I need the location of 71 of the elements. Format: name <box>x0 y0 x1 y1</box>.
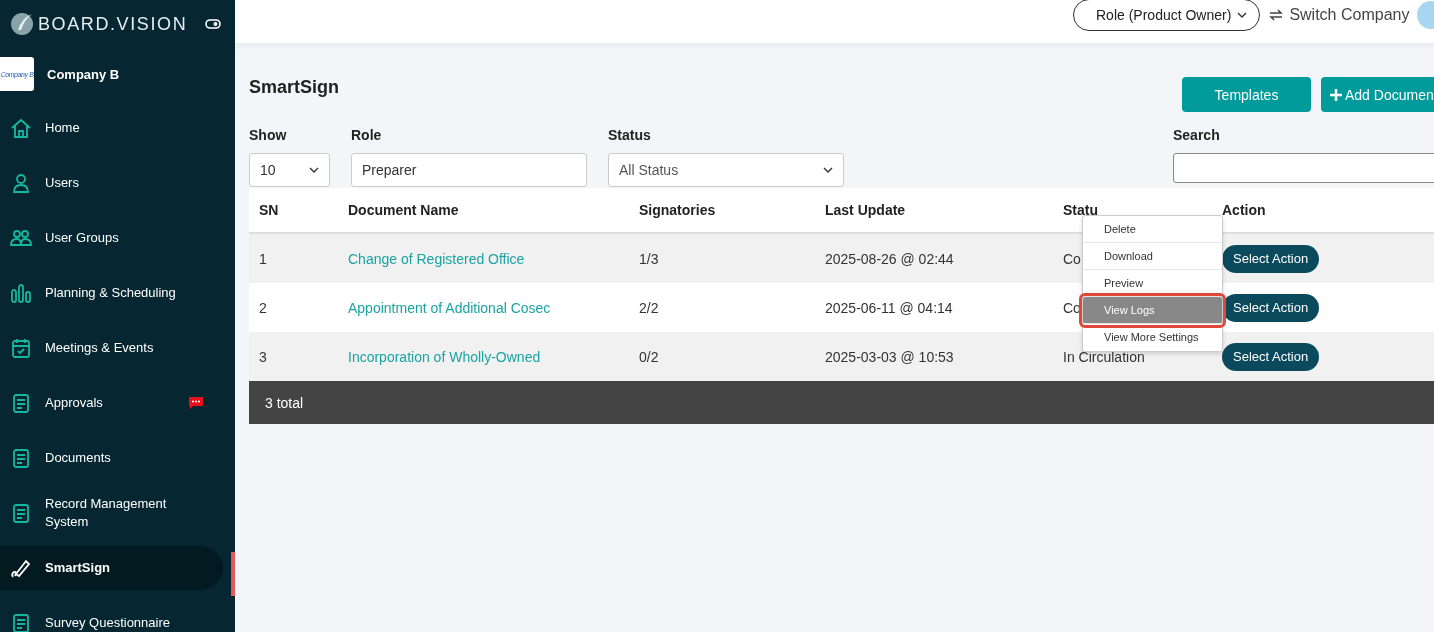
document-icon <box>10 501 32 524</box>
filter-label: Search <box>1173 127 1221 143</box>
total-count: 3 total <box>265 394 304 411</box>
table-cell: 1 <box>259 250 267 267</box>
chevron-icon <box>823 167 833 173</box>
sidebar-label: SmartSign <box>45 559 111 577</box>
filter-label: Status <box>608 127 652 143</box>
role-field[interactable]: Preparer <box>351 153 587 187</box>
user-icon <box>10 171 32 194</box>
sidebar-item[interactable]: Users <box>0 155 235 210</box>
table-cell: 3 <box>259 348 267 365</box>
sidebar-item[interactable]: SmartSign <box>0 546 223 590</box>
chevron-icon <box>1237 12 1248 18</box>
menu-item[interactable]: View More Settings <box>1083 324 1222 351</box>
scrollbar-thumb[interactable] <box>231 552 235 596</box>
sidebar-item[interactable]: Documents <box>0 430 235 485</box>
sidebar-label: Documents <box>45 448 112 467</box>
table-cell: 2/2 <box>639 299 659 316</box>
sidebar-label: Meetings & Events <box>45 338 155 357</box>
company-name: Company B <box>47 66 120 82</box>
column-header: Action <box>1222 202 1266 218</box>
select-action-button[interactable]: Select Action <box>1222 342 1320 371</box>
table-cell: 2 <box>259 299 267 316</box>
sidebar-item[interactable]: Planning & Scheduling <box>0 265 235 320</box>
switch-company-button[interactable]: Switch Company <box>1268 6 1410 24</box>
table-cell: In Circulation <box>1063 348 1145 365</box>
sidebar-item[interactable]: Approvals <box>0 375 235 430</box>
table-cell: Co <box>1063 250 1081 267</box>
sidebar-label: User Groups <box>45 228 120 247</box>
pen-icon <box>10 557 32 579</box>
select-action-button[interactable]: Select Action <box>1222 244 1320 273</box>
table-cell: 2025-08-26 @ 02:44 <box>825 250 954 267</box>
sidebar-item[interactable]: Record Management System <box>0 485 235 540</box>
filter-label: Show <box>249 127 288 143</box>
sidebar-label: Record Management System <box>45 494 168 531</box>
sidebar-item[interactable]: Meetings & Events <box>0 320 235 375</box>
filter-label: Role <box>351 127 383 143</box>
sidebar-label: Approvals <box>45 393 104 412</box>
sidebar-label: Survey Questionnaire <box>45 613 171 632</box>
home-icon <box>10 116 32 139</box>
table-cell: 0/2 <box>639 348 659 365</box>
logo-icon <box>10 12 34 36</box>
swap-icon <box>1268 7 1285 23</box>
document-icon <box>10 391 32 414</box>
sidebar-item[interactable]: Survey Questionnaire <box>0 595 235 632</box>
toggle-icon[interactable] <box>205 19 221 29</box>
brand-name: BOARD.VISION <box>38 13 188 35</box>
column-header: Statu <box>1063 202 1098 218</box>
table-cell: 2025-06-11 @ 04:14 <box>825 299 953 316</box>
sidebar-item[interactable]: Home <box>0 100 235 155</box>
calendar-icon <box>10 336 32 359</box>
page-title: SmartSign <box>249 77 340 98</box>
table-cell: 2025-03-03 @ 10:53 <box>825 348 954 365</box>
search-field[interactable] <box>1173 153 1434 183</box>
sidebar-label: Home <box>45 118 81 137</box>
sidebar-label: Planning & Scheduling <box>45 283 177 302</box>
sidebar-item[interactable]: User Groups <box>0 210 235 265</box>
plus-icon <box>1330 88 1342 101</box>
table-cell: 1/3 <box>639 250 659 267</box>
status-select[interactable]: All Status <box>608 153 844 187</box>
sidebar-label: Users <box>45 173 80 192</box>
menu-item[interactable]: Delete <box>1083 216 1222 243</box>
column-header: Last Update <box>825 202 906 218</box>
chevron-icon <box>309 167 319 173</box>
column-header: Document Name <box>348 202 459 218</box>
role-dropdown[interactable]: Role (Product Owner) <box>1073 0 1261 31</box>
menu-item[interactable]: Download <box>1083 243 1222 270</box>
show-select[interactable]: 10 <box>249 153 330 187</box>
column-header: SN <box>259 202 279 218</box>
column-header: Signatories <box>639 202 716 218</box>
bars-icon <box>10 281 32 304</box>
